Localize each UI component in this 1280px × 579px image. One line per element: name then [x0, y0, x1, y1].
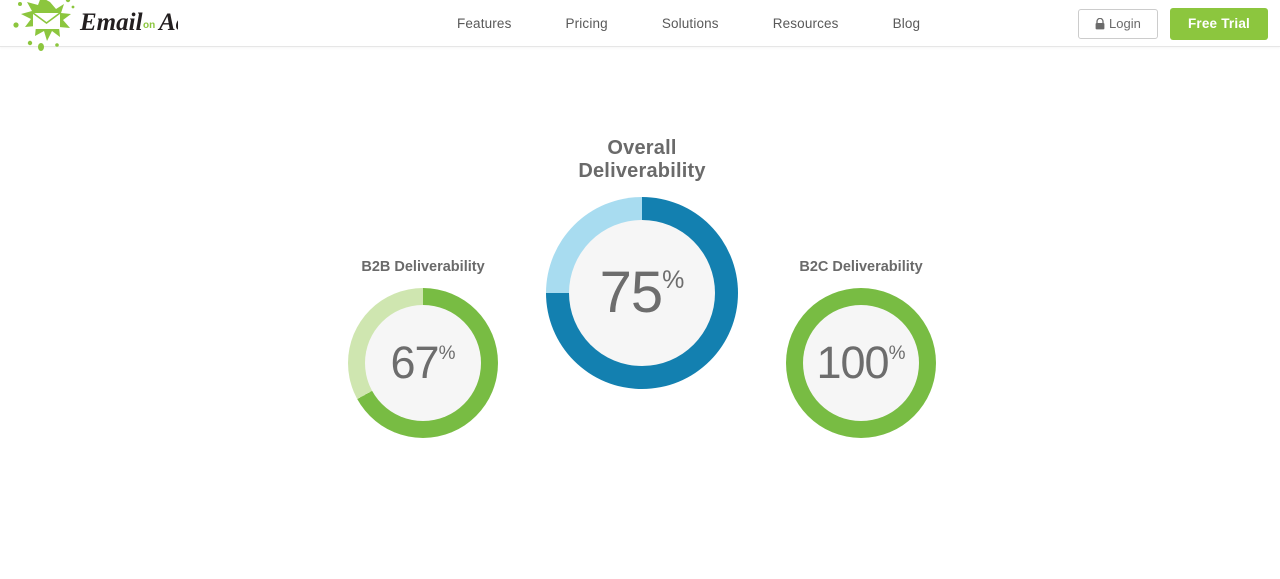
header-actions: Login Free Trial — [1077, 0, 1268, 47]
b2b-value-unit: % — [438, 343, 456, 365]
b2c-value: 100 % — [817, 340, 906, 385]
overall-value: 75 % — [600, 264, 685, 322]
logo-email-on-acid[interactable]: Email on Acid — [8, 0, 178, 52]
chart-overall-deliverability: Overall Deliverability 75 % — [546, 137, 738, 389]
nav-item-blog[interactable]: Blog — [866, 0, 948, 47]
nav-item-resources[interactable]: Resources — [746, 0, 866, 47]
free-trial-button[interactable]: Free Trial — [1169, 7, 1268, 40]
b2b-value-number: 67 — [390, 337, 440, 389]
overall-value-number: 75 — [599, 260, 664, 325]
lock-icon — [1095, 17, 1105, 30]
nav-item-features[interactable]: Features — [430, 0, 538, 47]
logo-text-acid: Acid — [157, 9, 178, 36]
overall-donut-ring: 75 % — [546, 197, 738, 389]
chart-overall-title: Overall Deliverability — [578, 137, 706, 182]
login-button-label: Login — [1109, 16, 1141, 31]
main-navigation: Features Pricing Solutions Resources Blo… — [430, 0, 947, 47]
site-header: Email on Acid Features Pricing Solutions… — [0, 0, 1280, 51]
header-inner: Email on Acid Features Pricing Solutions… — [0, 0, 1280, 51]
b2b-donut-ring: 67 % — [348, 287, 498, 438]
overall-donut-center: 75 % — [569, 220, 715, 366]
b2b-donut-center: 67 % — [365, 304, 481, 421]
b2c-value-unit: % — [888, 343, 906, 365]
logo-text-on: on — [143, 20, 155, 31]
b2c-value-number: 100 — [816, 337, 890, 389]
chart-b2c-deliverability: B2C Deliverability 100 % — [786, 259, 936, 438]
login-button[interactable]: Login — [1077, 8, 1158, 39]
deliverability-charts: B2B Deliverability 67 % Overall Delivera… — [0, 47, 1280, 438]
nav-item-pricing[interactable]: Pricing — [538, 0, 634, 47]
logo-text-email: Email — [79, 9, 143, 36]
nav-item-solutions[interactable]: Solutions — [635, 0, 746, 47]
b2b-value: 67 % — [391, 340, 456, 385]
email-on-acid-splat-logo: Email on Acid — [13, 0, 178, 51]
chart-b2b-deliverability: B2B Deliverability 67 % — [348, 259, 498, 438]
b2c-donut-ring: 100 % — [786, 287, 936, 438]
chart-b2c-title: B2C Deliverability — [799, 259, 923, 275]
chart-b2b-title: B2B Deliverability — [361, 259, 485, 275]
b2c-donut-center: 100 % — [803, 304, 919, 421]
overall-value-unit: % — [662, 266, 685, 294]
